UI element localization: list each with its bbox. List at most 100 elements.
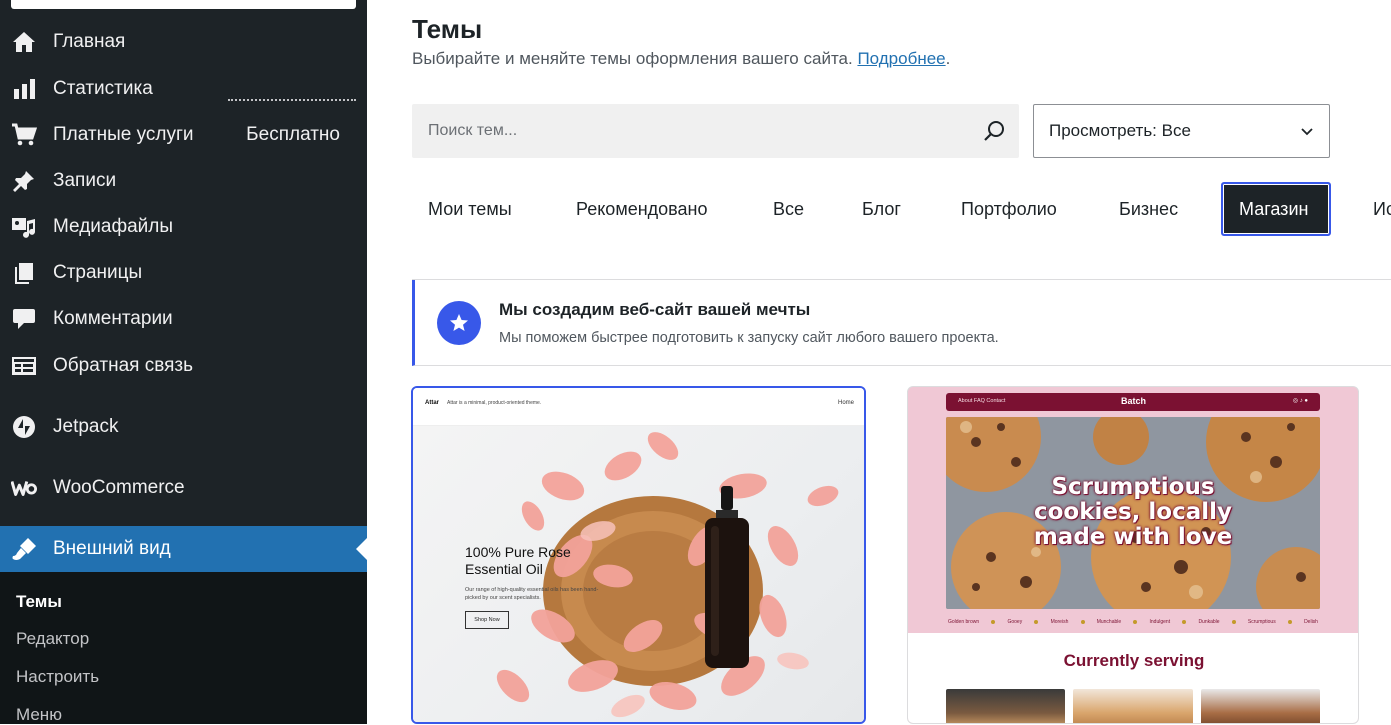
hero-line: Scrumptious	[1051, 474, 1215, 500]
appearance-icon	[11, 536, 37, 562]
hero-title-line: Essential Oil	[465, 561, 543, 577]
social-icons: ◎ ♪ ●	[1292, 398, 1308, 404]
tab-more[interactable]: Ис	[1357, 182, 1391, 236]
submenu-item-editor[interactable]: Редактор	[16, 629, 89, 649]
preview-shop-button: Shop Now	[465, 611, 509, 629]
description-text: Выбирайте и меняйте темы оформления ваше…	[412, 49, 853, 68]
preview-hero-title: 100% Pure Rose Essential Oil	[465, 544, 571, 578]
keyword: Munchable	[1096, 619, 1122, 625]
sidebar-item-label: WooCommerce	[53, 477, 185, 498]
sidebar-item-jetpack[interactable]: Jetpack	[0, 404, 367, 450]
preview-product-thumbs	[946, 689, 1320, 723]
preview-brand: Attar	[425, 400, 440, 406]
notice-text: Мы поможем быстрее подготовить к запуску…	[499, 330, 999, 346]
submenu-item-customize[interactable]: Настроить	[16, 667, 99, 687]
sidebar-item-label: Jetpack	[53, 416, 119, 437]
keyword: Moreish	[1050, 619, 1069, 625]
submenu-item-menus[interactable]: Меню	[16, 705, 62, 725]
keyword: Gooey	[1007, 619, 1023, 625]
tab-all[interactable]: Все	[757, 182, 820, 236]
theme-card-batch[interactable]: About FAQ Contact Batch ◎ ♪ ● Scrumptiou…	[907, 386, 1359, 724]
keyword: Scrumptious	[1247, 619, 1276, 625]
theme-category-tabs: Мои темы Рекомендовано Все Блог Портфоли…	[412, 182, 1391, 236]
sidebar-item-posts[interactable]: Записи	[0, 158, 367, 204]
preview-section-title: Currently serving	[1063, 651, 1205, 670]
sidebar-item-label: Статистика	[53, 78, 153, 99]
sidebar-item-label: Платные услуги	[53, 124, 194, 145]
theme-card-attar[interactable]: Attar Attar is a minimal, product-orient…	[411, 386, 866, 724]
dot-icon	[991, 620, 996, 624]
page-description: Выбирайте и меняйте темы оформления ваше…	[412, 49, 951, 68]
view-filter-label: Просмотреть: Все	[1049, 121, 1191, 140]
sidebar-item-comments[interactable]: Комментарии	[0, 296, 367, 342]
sidebar-item-label: Комментарии	[53, 308, 173, 329]
learn-more-link[interactable]: Подробнее	[857, 49, 945, 68]
hero-line: made with love	[1033, 524, 1233, 550]
hero-title-line: 100% Pure Rose	[465, 544, 571, 560]
jetpack-icon	[11, 414, 37, 440]
cart-icon	[11, 122, 37, 148]
tab-portfolio[interactable]: Портфолио	[945, 182, 1073, 236]
promo-notice[interactable]: Мы создадим веб-сайт вашей мечты Мы помо…	[412, 280, 1391, 366]
star-icon	[437, 301, 481, 345]
sidebar-item-label: Страницы	[53, 262, 143, 283]
preview-hero-text: Our range of high-quality essential oils…	[465, 587, 599, 601]
plan-badge: Бесплатно	[246, 124, 340, 145]
chevron-down-icon	[1299, 123, 1315, 139]
tab-store[interactable]: Магазин	[1221, 182, 1331, 236]
feedback-icon	[11, 353, 37, 379]
dot-icon	[1182, 620, 1187, 624]
tab-business[interactable]: Бизнес	[1103, 182, 1194, 236]
sidebar-item-feedback[interactable]: Обратная связь	[0, 343, 367, 389]
sidebar-item-pages[interactable]: Страницы	[0, 250, 367, 296]
themes-page: Темы Выбирайте и меняйте темы оформления…	[367, 0, 1391, 724]
preview-nav: Home	[837, 400, 854, 406]
pages-icon	[11, 260, 37, 286]
keyword: Indulgent	[1149, 619, 1171, 625]
dot-icon	[1080, 620, 1085, 624]
stats-icon	[11, 76, 37, 102]
sidebar-item-label: Главная	[53, 31, 126, 52]
submenu-item-themes[interactable]: Темы	[16, 592, 62, 612]
sidebar-item-label: Внешний вид	[53, 538, 171, 559]
product-thumb	[1073, 689, 1193, 723]
dot-icon	[1133, 620, 1138, 624]
keyword: Golden brown	[948, 619, 980, 625]
active-indicator	[356, 538, 367, 560]
search-icon[interactable]	[983, 119, 1007, 143]
pin-icon	[11, 168, 37, 194]
woocommerce-icon	[11, 475, 37, 501]
hero-line: cookies, locally	[1033, 499, 1233, 525]
home-icon	[11, 29, 37, 55]
preview-tagline: Attar is a minimal, product-oriented the…	[447, 400, 542, 406]
preview-header: About FAQ Contact Batch ◎ ♪ ●	[946, 393, 1320, 411]
admin-sidebar: Главная Статистика Платные услуги Беспла…	[0, 0, 367, 724]
tab-recommended[interactable]: Рекомендовано	[560, 182, 723, 236]
tab-my-themes[interactable]: Мои темы	[412, 182, 528, 236]
view-filter-select[interactable]: Просмотреть: Все	[1033, 104, 1330, 158]
sidebar-item-label: Обратная связь	[53, 355, 193, 376]
comment-icon	[11, 306, 37, 332]
preview-header: Attar Attar is a minimal, product-orient…	[413, 388, 864, 426]
keyword: Delish	[1304, 619, 1318, 625]
dot-icon	[1034, 620, 1039, 624]
sidebar-item-label: Записи	[53, 170, 117, 191]
page-title: Темы	[412, 14, 483, 44]
tab-blog[interactable]: Блог	[846, 182, 917, 236]
dot-icon	[1287, 620, 1292, 624]
media-icon	[11, 214, 37, 240]
sidebar-top-search[interactable]	[11, 0, 356, 9]
sidebar-item-upgrades[interactable]: Платные услуги Бесплатно	[0, 112, 367, 158]
preview-keyword-strip: Golden brown Gooey Moreish Munchable Ind…	[946, 615, 1320, 629]
preview-brand: Batch	[1121, 396, 1147, 406]
divider	[228, 99, 356, 101]
search-input[interactable]	[412, 104, 972, 158]
sidebar-item-stats[interactable]: Статистика	[0, 66, 367, 112]
sidebar-item-media[interactable]: Медиафайлы	[0, 204, 367, 250]
notice-title: Мы создадим веб-сайт вашей мечты	[499, 300, 811, 319]
sidebar-item-home[interactable]: Главная	[0, 19, 367, 65]
sidebar-item-label: Медиафайлы	[53, 216, 174, 237]
sidebar-item-woocommerce[interactable]: WooCommerce	[0, 465, 367, 511]
preview-frame: About FAQ Contact Batch ◎ ♪ ● Scrumptiou…	[946, 393, 1320, 633]
sidebar-item-appearance[interactable]: Внешний вид	[0, 526, 367, 572]
